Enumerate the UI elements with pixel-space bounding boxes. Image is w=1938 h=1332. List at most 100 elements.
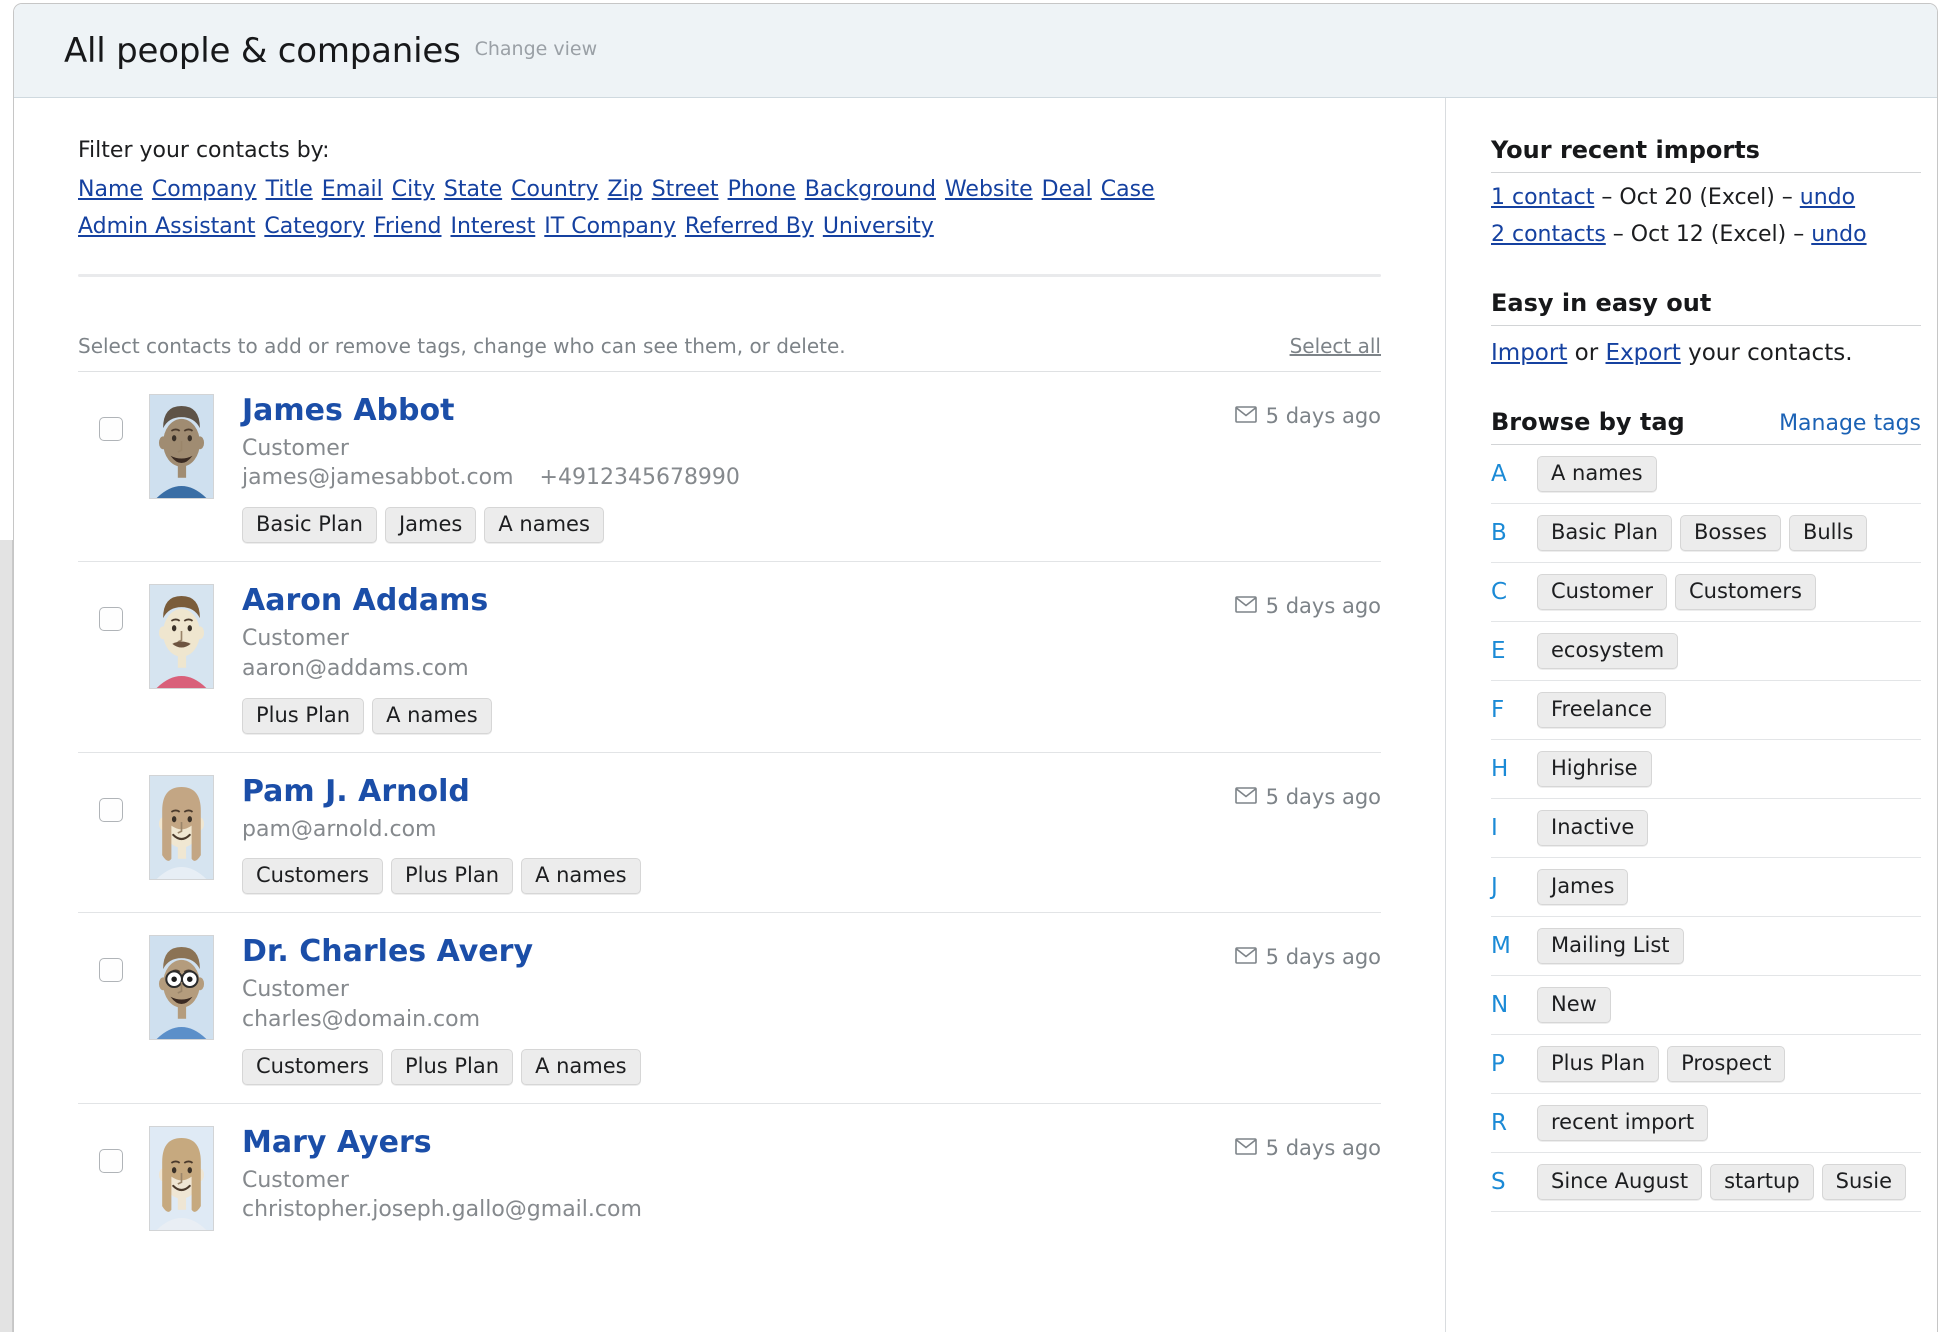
- tag-chip[interactable]: Customer: [1537, 574, 1667, 610]
- last-contacted-text: 5 days ago: [1266, 785, 1381, 809]
- tag-chip[interactable]: Prospect: [1667, 1046, 1785, 1082]
- easy-suffix: your contacts.: [1681, 340, 1853, 366]
- avatar[interactable]: [149, 935, 214, 1040]
- envelope-icon: [1235, 404, 1257, 428]
- contact-list: James AbbotCustomerjames@jamesabbot.com+…: [78, 372, 1381, 1249]
- tag-chip[interactable]: Mailing List: [1537, 928, 1684, 964]
- contact-last-contacted: 5 days ago: [1235, 785, 1381, 809]
- import-count-link[interactable]: 1 contact: [1491, 185, 1594, 210]
- change-view-link[interactable]: Change view: [475, 38, 598, 64]
- undo-import-link[interactable]: undo: [1811, 222, 1866, 247]
- contact-name-link[interactable]: Pam J. Arnold: [242, 775, 470, 808]
- tag-chip[interactable]: Inactive: [1537, 810, 1648, 846]
- contact-name-link[interactable]: Mary Ayers: [242, 1126, 432, 1159]
- page-header: All people & companies Change view: [14, 4, 1937, 98]
- undo-import-link[interactable]: undo: [1800, 185, 1855, 210]
- filter-link-case[interactable]: Case: [1101, 177, 1155, 202]
- tag-chip[interactable]: A names: [372, 698, 492, 734]
- import-link[interactable]: Import: [1491, 340, 1567, 366]
- avatar[interactable]: [149, 1126, 214, 1231]
- contact-select-checkbox[interactable]: [99, 958, 123, 982]
- tag-chip[interactable]: Plus Plan: [391, 1049, 513, 1085]
- contact-select-checkbox[interactable]: [99, 417, 123, 441]
- filter-link-country[interactable]: Country: [511, 177, 598, 202]
- tag-group: CCustomerCustomers: [1491, 563, 1921, 622]
- import-count-link[interactable]: 2 contacts: [1491, 222, 1606, 247]
- tag-chip[interactable]: A names: [521, 858, 641, 894]
- tag-chip[interactable]: A names: [484, 507, 604, 543]
- contact-tag-row: Basic PlanJamesA names: [242, 507, 1381, 543]
- tag-chip[interactable]: James: [1537, 869, 1628, 905]
- main-column: Filter your contacts by: NameCompanyTitl…: [14, 98, 1446, 1332]
- contact-last-contacted: 5 days ago: [1235, 594, 1381, 618]
- sidebar: Your recent imports 1 contact – Oct 20 (…: [1446, 98, 1937, 1332]
- contact-select-checkbox[interactable]: [99, 607, 123, 631]
- avatar[interactable]: [149, 775, 214, 880]
- tag-group: FFreelance: [1491, 681, 1921, 740]
- export-link[interactable]: Export: [1606, 340, 1681, 366]
- tag-chip[interactable]: Plus Plan: [1537, 1046, 1659, 1082]
- import-sep: –: [1613, 222, 1624, 247]
- tag-chip[interactable]: Customers: [1675, 574, 1816, 610]
- tag-chip[interactable]: startup: [1710, 1164, 1814, 1200]
- tag-chip[interactable]: ecosystem: [1537, 633, 1678, 669]
- filter-link-name[interactable]: Name: [78, 177, 143, 202]
- tag-group: Eecosystem: [1491, 622, 1921, 681]
- tag-chip[interactable]: Plus Plan: [391, 858, 513, 894]
- filter-link-it-company[interactable]: IT Company: [544, 214, 676, 239]
- tag-chip[interactable]: Customers: [242, 1049, 383, 1085]
- filter-link-friend[interactable]: Friend: [374, 214, 442, 239]
- filter-link-zip[interactable]: Zip: [608, 177, 643, 202]
- filter-link-university[interactable]: University: [823, 214, 934, 239]
- filter-link-referred-by[interactable]: Referred By: [685, 214, 814, 239]
- filter-link-street[interactable]: Street: [652, 177, 719, 202]
- tag-chip[interactable]: James: [385, 507, 476, 543]
- filter-link-website[interactable]: Website: [945, 177, 1033, 202]
- filter-link-title[interactable]: Title: [266, 177, 313, 202]
- tag-chip[interactable]: Susie: [1822, 1164, 1906, 1200]
- tag-group-letter: M: [1491, 933, 1537, 959]
- tag-chip[interactable]: Plus Plan: [242, 698, 364, 734]
- filter-link-email[interactable]: Email: [322, 177, 383, 202]
- select-all-link[interactable]: Select all: [1290, 334, 1381, 358]
- tag-chip[interactable]: Bulls: [1789, 515, 1867, 551]
- tag-chip[interactable]: Freelance: [1537, 692, 1666, 728]
- filter-link-interest[interactable]: Interest: [451, 214, 536, 239]
- contact-name-link[interactable]: James Abbot: [242, 394, 454, 427]
- filter-link-category[interactable]: Category: [264, 214, 365, 239]
- avatar[interactable]: [149, 584, 214, 689]
- filter-link-state[interactable]: State: [444, 177, 502, 202]
- tag-chip[interactable]: Highrise: [1537, 751, 1652, 787]
- tag-chip[interactable]: A names: [521, 1049, 641, 1085]
- browse-heading: Browse by tag: [1491, 408, 1685, 436]
- contact-phone: +4912345678990: [540, 465, 740, 490]
- filter-link-phone[interactable]: Phone: [728, 177, 796, 202]
- tag-chip[interactable]: Since August: [1537, 1164, 1702, 1200]
- tag-group-chips: Freelance: [1537, 692, 1674, 728]
- filter-link-admin-assistant[interactable]: Admin Assistant: [78, 214, 255, 239]
- contact-select-checkbox[interactable]: [99, 1149, 123, 1173]
- filter-link-company[interactable]: Company: [152, 177, 257, 202]
- tag-chip[interactable]: Basic Plan: [242, 507, 377, 543]
- manage-tags-link[interactable]: Manage tags: [1779, 411, 1921, 436]
- tag-chip[interactable]: A names: [1537, 456, 1657, 492]
- contact-name-link[interactable]: Aaron Addams: [242, 584, 488, 617]
- tag-chip[interactable]: Customers: [242, 858, 383, 894]
- tag-chip[interactable]: recent import: [1537, 1105, 1708, 1141]
- avatar[interactable]: [149, 394, 214, 499]
- filter-link-background[interactable]: Background: [805, 177, 936, 202]
- envelope-icon: [1235, 785, 1257, 809]
- tag-chip[interactable]: Bosses: [1680, 515, 1781, 551]
- contact-name-link[interactable]: Dr. Charles Avery: [242, 935, 533, 968]
- browse-by-tag-block: Browse by tag Manage tags AA namesBBasic…: [1491, 408, 1921, 1212]
- tag-group-letter: I: [1491, 815, 1537, 841]
- tag-chip[interactable]: New: [1537, 987, 1611, 1023]
- contact-contact-line: aaron@addams.com: [242, 654, 1381, 684]
- tag-chip[interactable]: Basic Plan: [1537, 515, 1672, 551]
- filter-link-city[interactable]: City: [392, 177, 435, 202]
- filter-link-deal[interactable]: Deal: [1042, 177, 1092, 202]
- contact-select-checkbox[interactable]: [99, 798, 123, 822]
- last-contacted-text: 5 days ago: [1266, 404, 1381, 428]
- filter-panel: Filter your contacts by: NameCompanyTitl…: [14, 98, 1445, 243]
- tag-group: Rrecent import: [1491, 1094, 1921, 1153]
